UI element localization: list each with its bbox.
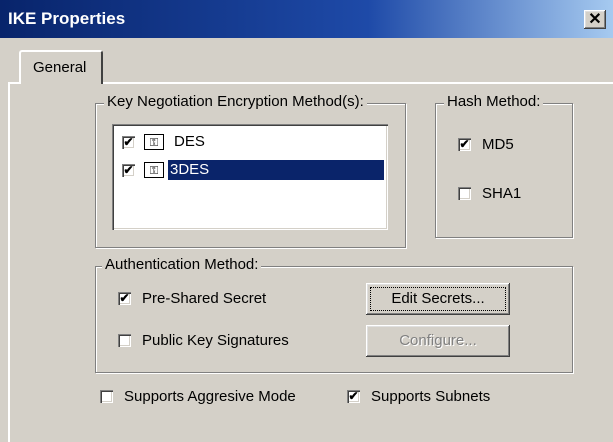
key-icon: ⚿ xyxy=(144,134,164,150)
list-item-3des[interactable]: ✔ ⚿ 3DES xyxy=(118,156,384,184)
hash-method-legend: Hash Method: xyxy=(444,93,544,110)
public-key-label: Public Key Signatures xyxy=(142,332,289,349)
3des-checkbox[interactable]: ✔ xyxy=(122,164,135,177)
preshared-secret-check[interactable]: ✔ xyxy=(118,292,131,305)
des-checkbox[interactable]: ✔ xyxy=(122,136,135,149)
configure-label: Configure... xyxy=(399,332,477,349)
tab-general-label: General xyxy=(33,59,87,76)
authentication-method-legend: Authentication Method: xyxy=(102,256,262,273)
configure-button[interactable]: Configure... xyxy=(366,325,510,357)
sha1-label: SHA1 xyxy=(482,185,522,202)
tab-general[interactable]: General xyxy=(19,50,103,84)
window-title: IKE Properties xyxy=(8,9,126,28)
encryption-method-list[interactable]: ✔ ⚿ DES ✔ ⚿ 3DES xyxy=(112,124,388,230)
3des-label: 3DES xyxy=(168,160,384,180)
edit-secrets-button[interactable]: Edit Secrets... xyxy=(366,283,510,315)
key-icon: ⚿ xyxy=(144,162,164,178)
list-item-des[interactable]: ✔ ⚿ DES xyxy=(118,128,384,156)
hash-method-group: Hash Method: xyxy=(435,93,573,238)
close-button[interactable]: ✕ xyxy=(584,10,606,29)
aggressive-mode-label: Supports Aggresive Mode xyxy=(124,388,296,405)
des-label: DES xyxy=(174,133,205,150)
edit-secrets-label: Edit Secrets... xyxy=(391,290,485,307)
preshared-secret-label: Pre-Shared Secret xyxy=(142,290,267,307)
md5-label: MD5 xyxy=(482,136,514,153)
supports-subnets-label: Supports Subnets xyxy=(371,388,491,405)
encryption-method-legend: Key Negotiation Encryption Method(s): xyxy=(104,93,367,110)
close-icon: ✕ xyxy=(588,11,602,28)
public-key-check[interactable] xyxy=(118,334,131,347)
title-bar[interactable]: IKE Properties ✕ xyxy=(0,0,613,38)
supports-subnets-check[interactable]: ✔ xyxy=(347,390,360,403)
sha1-check[interactable] xyxy=(458,187,471,200)
md5-check[interactable]: ✔ xyxy=(458,138,471,151)
aggressive-mode-check[interactable] xyxy=(100,390,113,403)
